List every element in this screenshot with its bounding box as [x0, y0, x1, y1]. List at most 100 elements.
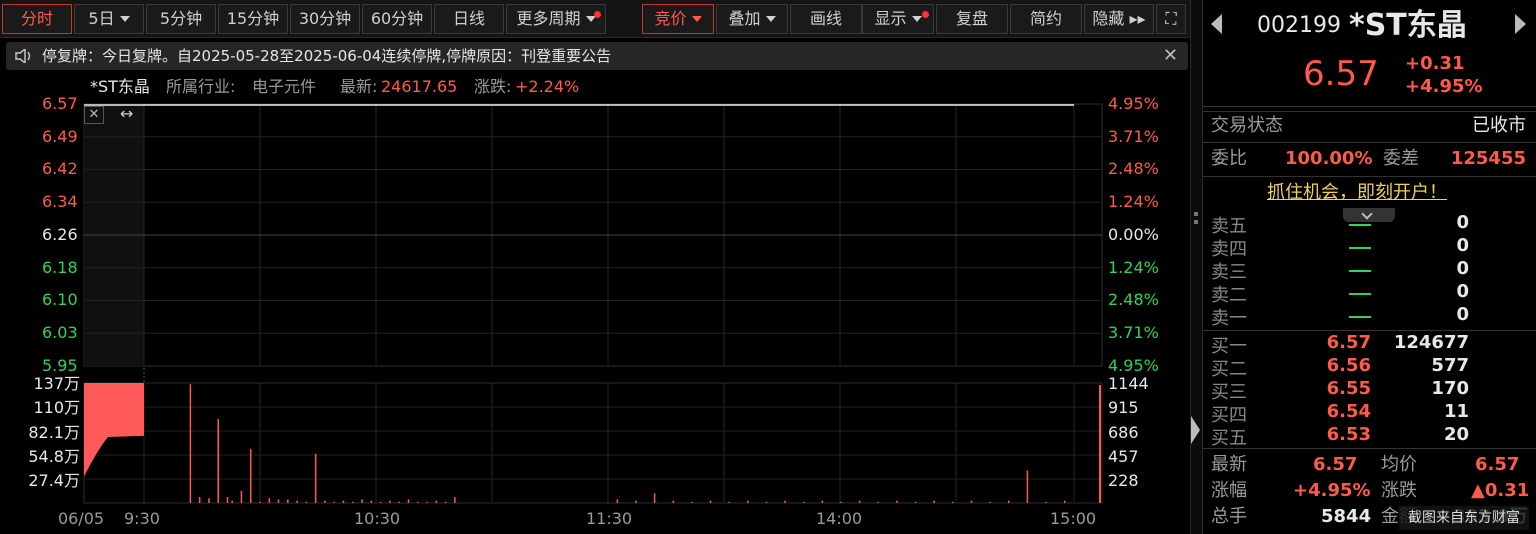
toolbar-button-8[interactable]: 竞价 [642, 4, 714, 34]
percent-tick-label: 2.48% [1108, 159, 1159, 179]
toolbar-button-10[interactable]: 画线 [790, 4, 862, 34]
change-value: +2.24% [515, 77, 580, 96]
empty-price-dash [1349, 224, 1371, 226]
stock-name-label: *ST东晶 [90, 77, 150, 96]
toolbar-button-1[interactable]: 5日 [74, 4, 144, 34]
sell-level-volume: 0 [1456, 258, 1469, 279]
toolbar-button-label: 30分钟 [298, 9, 352, 28]
fullscreen-icon[interactable]: ⛶ [1156, 4, 1186, 34]
resize-handle-icon[interactable]: ↔ [120, 104, 133, 123]
weicha-label: 委差 [1383, 148, 1419, 169]
toolbar-button-13[interactable]: 简约 [1010, 4, 1082, 34]
buy-level-volume: 170 [1431, 378, 1469, 399]
stat-hands: 5844 [1321, 506, 1372, 527]
price-tick-label: 6.18 [42, 257, 78, 277]
price-change: +0.31 [1405, 53, 1465, 74]
price-tick-label: 5.95 [42, 355, 78, 375]
intraday-chart[interactable] [0, 96, 1190, 534]
time-tick-label: 14:00 [816, 509, 863, 528]
volume-right-tick-label: 457 [1108, 446, 1139, 466]
expand-arrow-icon[interactable] [1191, 416, 1200, 444]
stock-code: 002199 [1257, 13, 1341, 38]
sell-level-volume: 0 [1456, 304, 1469, 325]
price-change-pct: +4.95% [1405, 76, 1483, 97]
time-tick-label: 9:30 [124, 509, 160, 528]
percent-tick-label: 3.71% [1108, 126, 1159, 146]
toolbar-button-7[interactable]: 更多周期 [506, 4, 606, 34]
weicha-value: 125455 [1450, 148, 1526, 169]
notification-dot-icon [922, 11, 929, 18]
volume-tick-label: 137万 [33, 374, 80, 393]
close-icon[interactable]: ✕ [1163, 42, 1178, 70]
volume-right-tick-label: 915 [1108, 398, 1139, 418]
period-toolbar: 分时 5日 5分钟 15分钟 30分钟 60分钟 日线 更多周期 竞价 叠加 画线 显示 复盘 简约 隐藏 … [0, 0, 1190, 38]
stat-latest-label: 最新 [1211, 454, 1247, 475]
weibi-value: 100.00% [1285, 148, 1373, 169]
toolbar-button-label: 分时 [20, 9, 53, 28]
toolbar-button-14[interactable]: 隐藏 ▸▸ [1084, 4, 1154, 34]
toolbar-button-0[interactable]: 分时 [2, 4, 72, 34]
volume-tick-label: 82.1万 [28, 422, 80, 442]
volume-tick-label: 54.8万 [28, 446, 80, 466]
trade-status-value: 已收市 [1472, 115, 1526, 136]
toolbar-button-label: 竞价 [654, 9, 687, 28]
time-tick-label: 06/05 [58, 509, 105, 528]
percent-tick-label: 0.00% [1108, 224, 1159, 244]
buy-level-price: 6.56 [1326, 355, 1371, 376]
volume-right-tick-label: 228 [1108, 471, 1139, 491]
stat-chg-pct-label: 涨幅 [1211, 480, 1247, 501]
toolbar-button-label: 简约 [1029, 9, 1062, 28]
toolbar-button-2[interactable]: 5分钟 [146, 4, 216, 34]
empty-price-dash [1349, 247, 1371, 249]
price-tick-label: 6.03 [42, 322, 78, 342]
buy-level-volume: 20 [1443, 424, 1469, 445]
quote-panel: 002199 *ST东晶 6.57 +0.31 +4.95% 交易状态 已收市 … [1202, 0, 1536, 534]
buy-level-volume: 11 [1443, 401, 1469, 422]
change-label: 涨跌: [474, 77, 512, 96]
buy-level-price: 6.53 [1326, 424, 1371, 445]
stat-chg-pct: +4.95% [1293, 480, 1371, 501]
toolbar-button-label: 60分钟 [370, 9, 424, 28]
stat-chg: ▲0.31 [1471, 480, 1530, 501]
price-tick-label: 6.34 [42, 192, 78, 212]
buy-level-volume: 577 [1431, 355, 1469, 376]
panel-splitter[interactable] [1190, 0, 1202, 534]
sell-level-volume: 0 [1456, 212, 1469, 233]
percent-tick-label: 4.95% [1108, 94, 1159, 113]
notification-dot-icon [594, 11, 601, 18]
weibi-label: 委比 [1211, 148, 1247, 169]
watermark: 截图来自东方财富 [1399, 506, 1529, 530]
percent-tick-label: 3.71% [1108, 322, 1159, 342]
price-tick-label: 6.10 [42, 290, 78, 310]
toolbar-button-12[interactable]: 复盘 [936, 4, 1008, 34]
stat-hands-label: 总手 [1211, 506, 1247, 527]
chevron-down-icon [1361, 208, 1373, 220]
close-chart-icon[interactable]: ✕ [84, 106, 104, 124]
caret-down-icon [911, 16, 922, 22]
next-stock-icon[interactable] [1515, 14, 1526, 34]
time-tick-label: 10:30 [354, 509, 401, 528]
toolbar-button-label: 5日 [88, 9, 115, 28]
stat-latest: 6.57 [1313, 454, 1358, 475]
toolbar-button-3[interactable]: 15分钟 [218, 4, 288, 34]
toolbar-button-5[interactable]: 60分钟 [362, 4, 432, 34]
toolbar-button-11[interactable]: 显示 [862, 4, 934, 34]
suspension-notice: 停复牌：今日复牌。自2025-05-28至2025-06-04连续停牌,停牌原因… [6, 42, 1188, 70]
notice-text: 停复牌：今日复牌。自2025-05-28至2025-06-04连续停牌,停牌原因… [42, 47, 612, 65]
toolbar-button-label: 叠加 [728, 9, 761, 28]
percent-tick-label: 1.24% [1108, 257, 1159, 277]
empty-price-dash [1349, 270, 1371, 272]
empty-price-dash [1349, 316, 1371, 318]
toolbar-button-4[interactable]: 30分钟 [290, 4, 360, 34]
toolbar-button-6[interactable]: 日线 [434, 4, 504, 34]
open-account-link[interactable]: 抓住机会，即刻开户！ [1267, 182, 1447, 204]
toolbar-button-label: 隐藏 ▸▸ [1092, 9, 1146, 28]
volume-right-tick-label: 686 [1108, 422, 1139, 442]
prev-stock-icon[interactable] [1211, 14, 1222, 34]
stat-avg: 6.57 [1475, 454, 1520, 475]
percent-tick-label: 1.24% [1108, 192, 1159, 212]
toolbar-button-9[interactable]: 叠加 [716, 4, 788, 34]
buy-level-label: 买五 [1211, 428, 1247, 449]
auction-volume-bar [84, 383, 144, 436]
toolbar-button-label: 日线 [452, 9, 485, 28]
